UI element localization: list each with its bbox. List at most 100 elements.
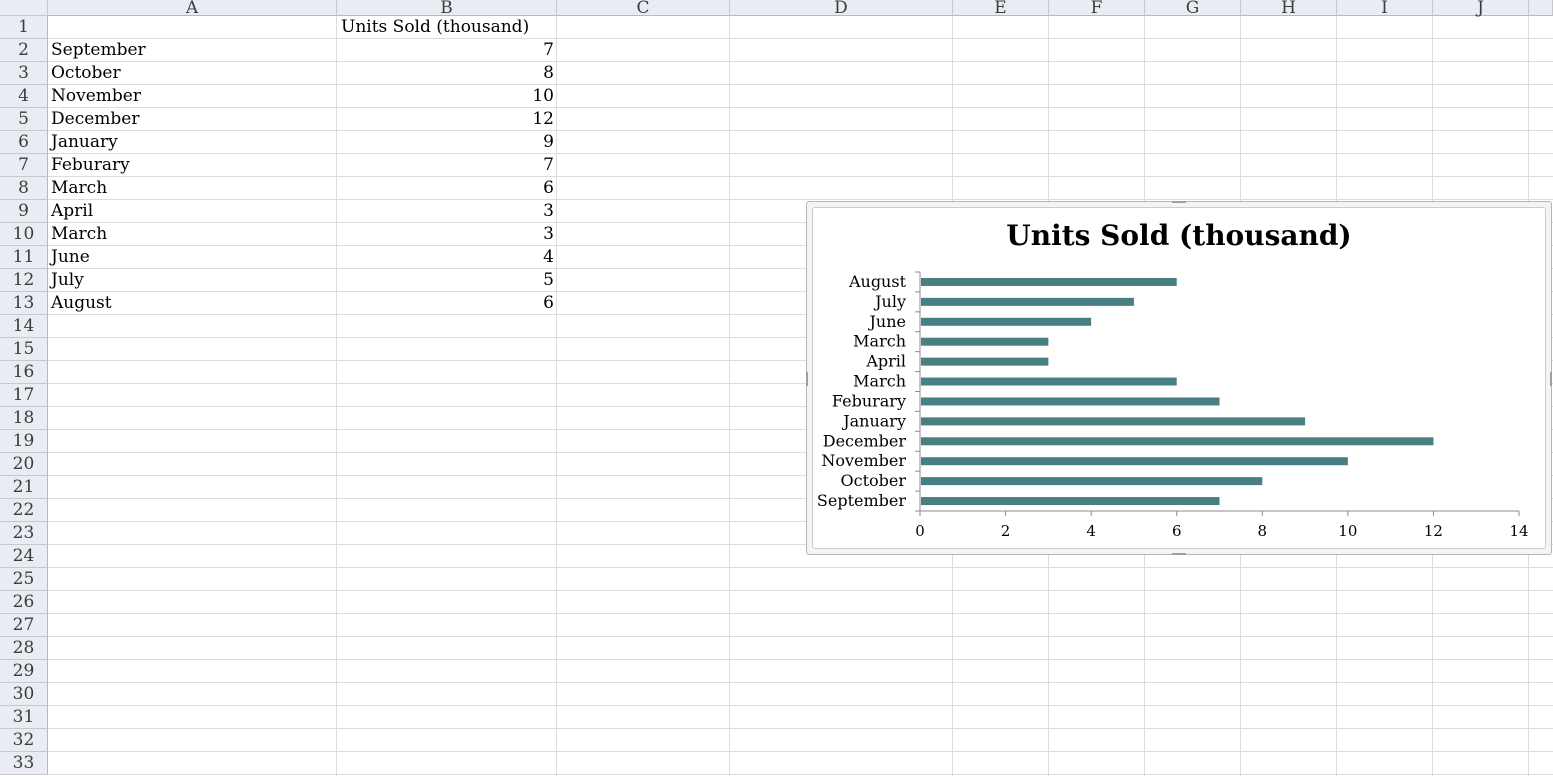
row-header-16[interactable]: 16 — [0, 361, 48, 384]
row-header-27[interactable]: 27 — [0, 614, 48, 637]
column-header-g[interactable]: G — [1145, 0, 1241, 16]
cell-a9[interactable]: April — [51, 200, 93, 223]
gridline-horizontal — [48, 61, 1553, 62]
category-label: July — [873, 292, 906, 311]
bar-november-2[interactable] — [921, 457, 1348, 466]
column-header-a[interactable]: A — [48, 0, 337, 16]
row-header-10[interactable]: 10 — [0, 223, 48, 246]
resize-handle-left[interactable] — [806, 372, 808, 386]
cell-a10[interactable]: March — [51, 223, 107, 246]
row-header-28[interactable]: 28 — [0, 637, 48, 660]
cell-b2[interactable]: 7 — [337, 39, 554, 62]
column-header-d[interactable]: D — [730, 0, 953, 16]
row-header-33[interactable]: 33 — [0, 752, 48, 775]
column-header-i[interactable]: I — [1337, 0, 1433, 16]
cell-b9[interactable]: 3 — [337, 200, 554, 223]
cell-b12[interactable]: 5 — [337, 269, 554, 292]
category-label: September — [817, 491, 906, 510]
column-header-k[interactable] — [1529, 0, 1553, 16]
bar-april-7[interactable] — [921, 357, 1049, 366]
column-header-f[interactable]: F — [1049, 0, 1145, 16]
row-header-30[interactable]: 30 — [0, 683, 48, 706]
cell-b13[interactable]: 6 — [337, 292, 554, 315]
cell-a11[interactable]: June — [51, 246, 90, 269]
cell-b5[interactable]: 12 — [337, 108, 554, 131]
row-header-21[interactable]: 21 — [0, 476, 48, 499]
row-header-1[interactable]: 1 — [0, 16, 48, 39]
row-header-7[interactable]: 7 — [0, 154, 48, 177]
gridline-horizontal — [48, 682, 1553, 683]
row-header-5[interactable]: 5 — [0, 108, 48, 131]
bar-chart[interactable]: Units Sold (thousand) SeptemberOctoberNo… — [812, 207, 1546, 549]
cell-b6[interactable]: 9 — [337, 131, 554, 154]
resize-handle-bottom[interactable] — [1172, 553, 1186, 555]
gridline-horizontal — [48, 751, 1553, 752]
bar-march-6[interactable] — [921, 377, 1177, 386]
resize-handle-right[interactable] — [1550, 372, 1552, 386]
bar-january-4[interactable] — [921, 417, 1306, 426]
category-label: December — [823, 431, 907, 450]
row-header-17[interactable]: 17 — [0, 384, 48, 407]
row-header-6[interactable]: 6 — [0, 131, 48, 154]
cell-b1[interactable]: Units Sold (thousand) — [341, 16, 529, 39]
cell-b4[interactable]: 10 — [337, 85, 554, 108]
gridline-horizontal — [48, 774, 1553, 775]
resize-handle-top[interactable] — [1172, 201, 1186, 203]
row-header-18[interactable]: 18 — [0, 407, 48, 430]
column-header-b[interactable]: B — [337, 0, 557, 16]
row-header-26[interactable]: 26 — [0, 591, 48, 614]
cell-a5[interactable]: December — [51, 108, 139, 131]
row-header-19[interactable]: 19 — [0, 430, 48, 453]
column-header-j[interactable]: J — [1433, 0, 1529, 16]
x-tick-label: 14 — [1509, 522, 1528, 540]
row-header-25[interactable]: 25 — [0, 568, 48, 591]
bar-june-9[interactable] — [921, 317, 1092, 326]
gridline-horizontal — [48, 107, 1553, 108]
column-header-h[interactable]: H — [1241, 0, 1337, 16]
bar-september-0[interactable] — [921, 497, 1220, 506]
row-header-4[interactable]: 4 — [0, 85, 48, 108]
cell-a12[interactable]: July — [51, 269, 84, 292]
row-header-24[interactable]: 24 — [0, 545, 48, 568]
cell-b3[interactable]: 8 — [337, 62, 554, 85]
row-header-20[interactable]: 20 — [0, 453, 48, 476]
chart-title: Units Sold (thousand) — [1006, 219, 1351, 252]
bar-march-8[interactable] — [921, 337, 1049, 346]
cell-b11[interactable]: 4 — [337, 246, 554, 269]
cell-a6[interactable]: January — [51, 131, 118, 154]
cell-a2[interactable]: September — [51, 39, 146, 62]
cell-b10[interactable]: 3 — [337, 223, 554, 246]
column-header-c[interactable]: C — [557, 0, 730, 16]
cell-b8[interactable]: 6 — [337, 177, 554, 200]
row-header-11[interactable]: 11 — [0, 246, 48, 269]
cell-a8[interactable]: March — [51, 177, 107, 200]
bar-october-1[interactable] — [921, 477, 1263, 486]
cell-a4[interactable]: November — [51, 85, 141, 108]
row-header-15[interactable]: 15 — [0, 338, 48, 361]
row-header-9[interactable]: 9 — [0, 200, 48, 223]
row-header-22[interactable]: 22 — [0, 499, 48, 522]
gridline-horizontal — [48, 84, 1553, 85]
row-header-31[interactable]: 31 — [0, 706, 48, 729]
row-header-32[interactable]: 32 — [0, 729, 48, 752]
cell-a13[interactable]: August — [51, 292, 112, 315]
bar-december-3[interactable] — [921, 437, 1434, 446]
row-header-14[interactable]: 14 — [0, 315, 48, 338]
cell-a7[interactable]: Feburary — [51, 154, 130, 177]
cell-b7[interactable]: 7 — [337, 154, 554, 177]
row-header-29[interactable]: 29 — [0, 660, 48, 683]
cell-a3[interactable]: October — [51, 62, 121, 85]
row-header-12[interactable]: 12 — [0, 269, 48, 292]
column-header-e[interactable]: E — [953, 0, 1049, 16]
select-all-corner[interactable] — [0, 0, 48, 16]
bar-july-10[interactable] — [921, 297, 1134, 306]
gridline-horizontal — [48, 705, 1553, 706]
row-header-2[interactable]: 2 — [0, 39, 48, 62]
row-header-3[interactable]: 3 — [0, 62, 48, 85]
row-header-8[interactable]: 8 — [0, 177, 48, 200]
x-tick-label: 8 — [1258, 522, 1268, 540]
bar-feburary-5[interactable] — [921, 397, 1220, 406]
bar-august-11[interactable] — [921, 277, 1177, 286]
row-header-23[interactable]: 23 — [0, 522, 48, 545]
row-header-13[interactable]: 13 — [0, 292, 48, 315]
